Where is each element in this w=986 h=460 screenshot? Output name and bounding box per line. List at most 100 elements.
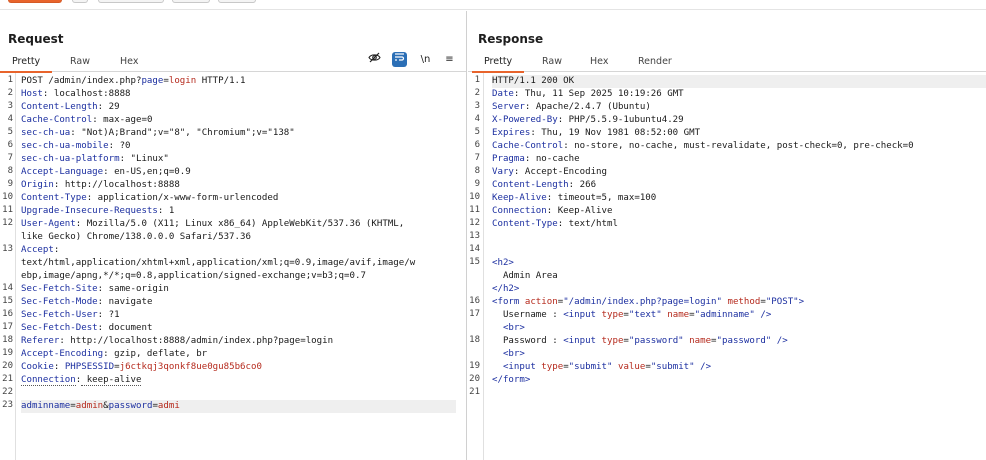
html-attr-name: type bbox=[601, 336, 624, 346]
response-title: Response bbox=[478, 32, 544, 46]
cancel-button[interactable] bbox=[98, 0, 164, 3]
code-line: Content-Type: application/x-www-form-url… bbox=[21, 192, 278, 205]
header-name: Sec-Fetch-Mode bbox=[21, 297, 98, 307]
header-name: Date bbox=[492, 89, 514, 99]
header-value: Thu, 19 Nov 1981 08:52:00 GMT bbox=[535, 128, 701, 138]
header-value: ?1 bbox=[103, 310, 120, 320]
settings-button[interactable] bbox=[72, 0, 88, 3]
line-number: 11 bbox=[469, 205, 480, 215]
code-line: Vary: Accept-Encoding bbox=[492, 166, 607, 179]
html-attr-value: "/admin/index.php?page=login" bbox=[563, 297, 722, 307]
line-number: 18 bbox=[469, 335, 480, 345]
html-text: Password : bbox=[492, 336, 564, 346]
back-button[interactable] bbox=[172, 0, 210, 3]
code-line: Connection: keep-alive bbox=[21, 374, 142, 387]
header-value: http://localhost:8888 bbox=[59, 180, 180, 190]
header-name: Content-Type bbox=[492, 219, 558, 229]
header-value: document bbox=[103, 323, 153, 333]
header-name: Vary bbox=[492, 167, 514, 177]
html-text bbox=[492, 349, 503, 359]
eye-slash-icon[interactable] bbox=[367, 52, 382, 67]
header-value: 266 bbox=[574, 180, 597, 190]
html-attr-value: "POST" bbox=[765, 297, 799, 307]
header-name: Cache-Control bbox=[492, 141, 564, 151]
line-number: 9 bbox=[7, 179, 13, 189]
line-number: 20 bbox=[2, 361, 13, 371]
http-version: HTTP/1.1 bbox=[196, 76, 246, 86]
header-value: application/x-www-form-urlencoded bbox=[92, 193, 279, 203]
html-tag: <input bbox=[563, 310, 602, 320]
line-number: 4 bbox=[7, 114, 13, 124]
code-line: Expires: Thu, 19 Nov 1981 08:52:00 GMT bbox=[492, 127, 700, 140]
code-line: <br> bbox=[492, 322, 525, 335]
header-value: Keep-Alive bbox=[552, 206, 613, 216]
header-name: Host bbox=[21, 89, 43, 99]
header-name: Sec-Fetch-Dest bbox=[21, 323, 98, 333]
html-attr-name: value bbox=[617, 362, 646, 372]
html-attr-value: "password" bbox=[628, 336, 684, 346]
line-number: 21 bbox=[469, 387, 480, 397]
header-name: Keep-Alive bbox=[492, 193, 547, 203]
html-tag: > bbox=[798, 297, 805, 307]
line-number: 7 bbox=[474, 153, 480, 163]
line-number: 22 bbox=[2, 387, 13, 397]
line-number: 11 bbox=[2, 205, 13, 215]
html-attr-name: name bbox=[667, 310, 690, 320]
line-number: 16 bbox=[2, 309, 13, 319]
tab-raw[interactable]: Raw bbox=[538, 55, 566, 69]
html-tag: <form bbox=[492, 297, 525, 307]
header-name: Server bbox=[492, 102, 525, 112]
header-value: ?0 bbox=[114, 141, 131, 151]
response-editor[interactable]: 1 HTTP/1.1 200 OK 2 Date: Thu, 11 Sep 2025 … bbox=[468, 73, 986, 460]
code-line: User-Agent: Mozilla/5.0 (X11; Linux x86_… bbox=[21, 218, 404, 231]
code-line: Content-Length: 29 bbox=[21, 101, 120, 114]
header-name: Sec-Fetch-User bbox=[21, 310, 98, 320]
header-value: navigate bbox=[103, 297, 153, 307]
line-number: 19 bbox=[2, 348, 13, 358]
html-text bbox=[492, 362, 503, 372]
tab-hex[interactable]: Hex bbox=[586, 55, 612, 69]
code-line: Server: Apache/2.4.7 (Ubuntu) bbox=[492, 101, 651, 114]
html-attr-value: "adminname" bbox=[694, 310, 755, 320]
code-line: text/html,application/xhtml+xml,applicat… bbox=[21, 258, 416, 268]
code-line: Username : <input type="text" name="admi… bbox=[492, 309, 771, 322]
line-number: 14 bbox=[469, 244, 480, 254]
line-number: 5 bbox=[7, 127, 13, 137]
wrap-lines-icon[interactable] bbox=[392, 52, 407, 67]
tab-raw[interactable]: Raw bbox=[66, 55, 94, 69]
line-number: 4 bbox=[474, 114, 480, 124]
tab-render[interactable]: Render bbox=[634, 55, 676, 69]
tab-pretty[interactable]: Pretty bbox=[0, 55, 53, 73]
code-line: </form> bbox=[492, 374, 530, 387]
header-value: keep-alive bbox=[81, 375, 142, 386]
code-line: Referer: http://localhost:8888/admin/ind… bbox=[21, 335, 333, 348]
line-number: 12 bbox=[469, 218, 480, 228]
html-attr-name: type bbox=[541, 362, 564, 372]
newline-icon[interactable]: \n bbox=[418, 52, 433, 67]
header-value: max-age=0 bbox=[97, 115, 153, 125]
header-value: 29 bbox=[103, 102, 120, 112]
code-line: ebp,image/apng,*/*;q=0.8,application/sig… bbox=[21, 271, 366, 281]
code-line: <form action="/admin/index.php?page=logi… bbox=[492, 296, 804, 309]
tab-pretty[interactable]: Pretty bbox=[471, 55, 525, 73]
html-tag: <br> bbox=[502, 349, 525, 359]
html-tag: /> bbox=[754, 310, 772, 320]
forward-button[interactable] bbox=[218, 0, 256, 3]
menu-icon[interactable]: ≡ bbox=[442, 52, 457, 67]
line-number: 3 bbox=[7, 101, 13, 111]
header-value: Apache/2.4.7 (Ubuntu) bbox=[530, 102, 651, 112]
request-editor[interactable]: 1 POST /admin/index.php?page=login HTTP/1… bbox=[0, 73, 466, 460]
send-button[interactable] bbox=[8, 0, 62, 3]
code-line: adminname=admin&password=admi bbox=[21, 400, 456, 413]
line-number: 9 bbox=[474, 179, 480, 189]
header-name: Cookie bbox=[21, 362, 54, 372]
code-line: Content-Type: text/html bbox=[492, 218, 618, 231]
code-line: Accept: bbox=[21, 244, 59, 257]
line-number: 2 bbox=[474, 88, 480, 98]
line-number: 17 bbox=[469, 309, 480, 319]
response-panel: Response Pretty Raw Hex Render 1 HTTP/1.1… bbox=[468, 11, 986, 460]
header-name: User-Agent bbox=[21, 219, 76, 229]
line-number: 6 bbox=[7, 140, 13, 150]
tab-hex[interactable]: Hex bbox=[116, 55, 142, 69]
header-value: same-origin bbox=[103, 284, 169, 294]
